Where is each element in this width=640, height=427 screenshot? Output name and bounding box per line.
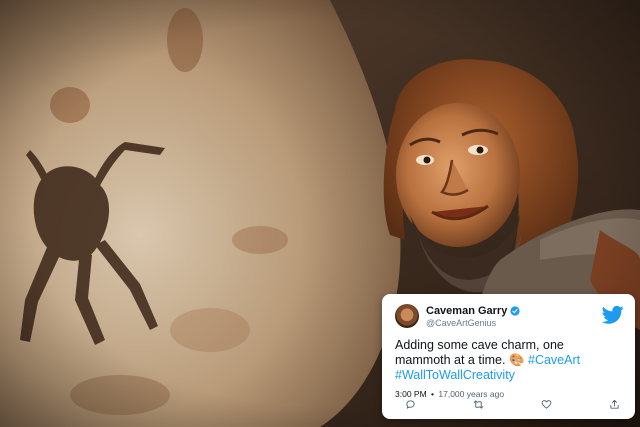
avatar[interactable] bbox=[395, 304, 419, 328]
display-name[interactable]: Caveman Garry bbox=[426, 305, 507, 317]
hashtag-wall-to-wall-creativity[interactable]: #WallToWallCreativity bbox=[395, 368, 515, 382]
handle[interactable]: @CaveArtGenius bbox=[426, 318, 520, 328]
retweet-icon bbox=[473, 399, 484, 409]
share-icon bbox=[610, 399, 620, 409]
tweet-actions bbox=[395, 398, 623, 410]
retweet-button[interactable] bbox=[472, 398, 484, 410]
bird-icon bbox=[602, 305, 624, 324]
tweet-card[interactable]: Caveman Garry @CaveArtGenius Adding some… bbox=[382, 294, 635, 419]
verified-badge-icon bbox=[510, 305, 520, 316]
tweet-header: Caveman Garry @CaveArtGenius bbox=[395, 303, 623, 329]
author-info: Caveman Garry @CaveArtGenius bbox=[426, 305, 520, 328]
heart-icon bbox=[541, 399, 552, 409]
hashtag-cave-art[interactable]: #CaveArt bbox=[528, 353, 580, 367]
tweet-text: Adding some cave charm, one mammoth at a… bbox=[395, 338, 621, 383]
share-button[interactable] bbox=[609, 398, 621, 410]
reply-button[interactable] bbox=[404, 398, 416, 410]
like-button[interactable] bbox=[541, 398, 553, 410]
palette-emoji: 🎨 bbox=[508, 353, 525, 367]
reply-icon bbox=[405, 399, 415, 409]
